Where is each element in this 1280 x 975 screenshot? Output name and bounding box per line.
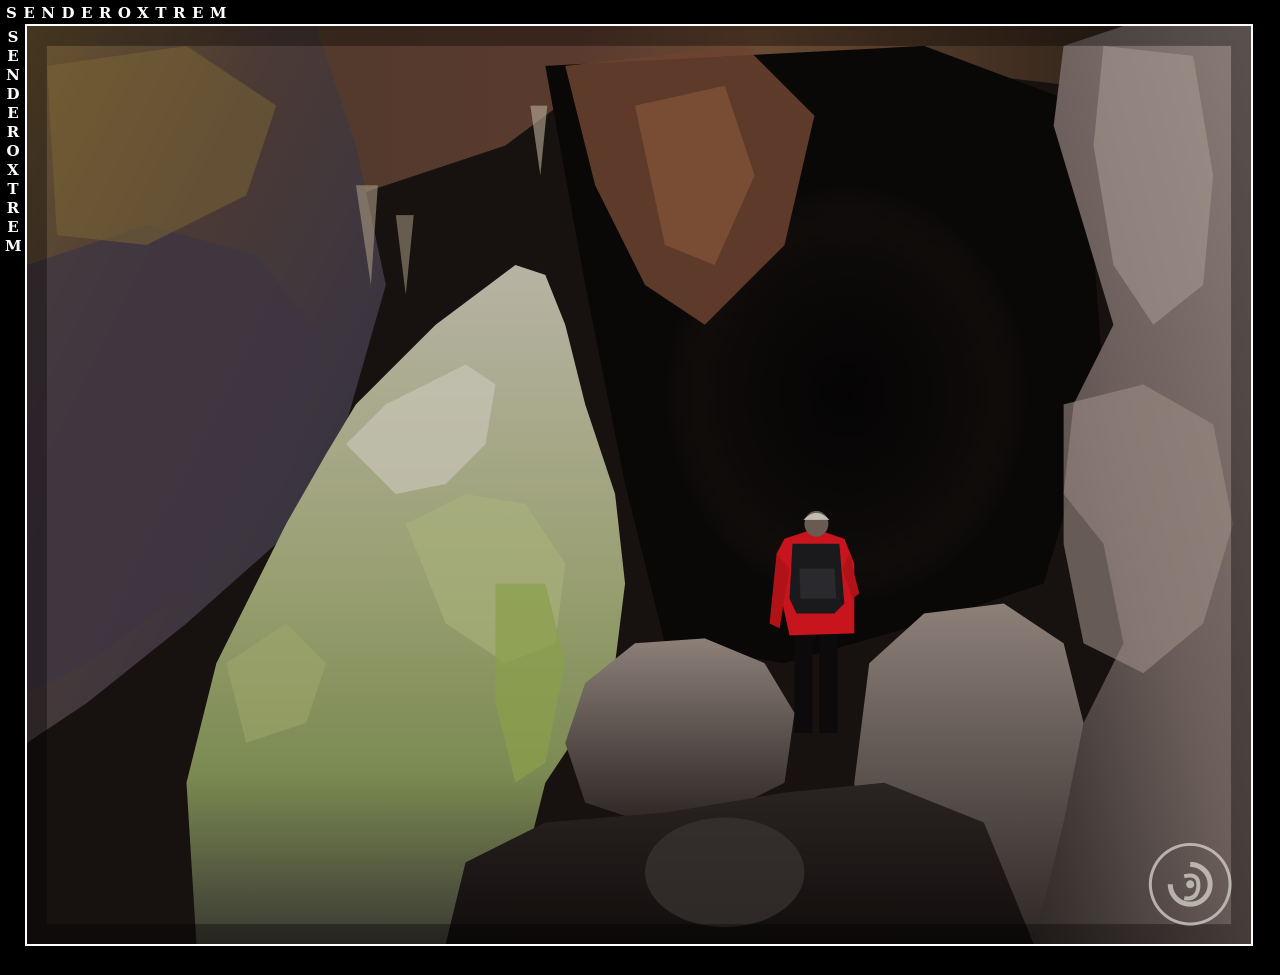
- photo-frame: SENDEROXTREM SENDEROXTREM: [0, 0, 1280, 975]
- cave-photo: [27, 26, 1251, 944]
- watermark-top: SENDEROXTREM: [6, 4, 233, 22]
- photo-area: [25, 24, 1253, 946]
- watermark-side: SENDEROXTREM: [5, 28, 22, 255]
